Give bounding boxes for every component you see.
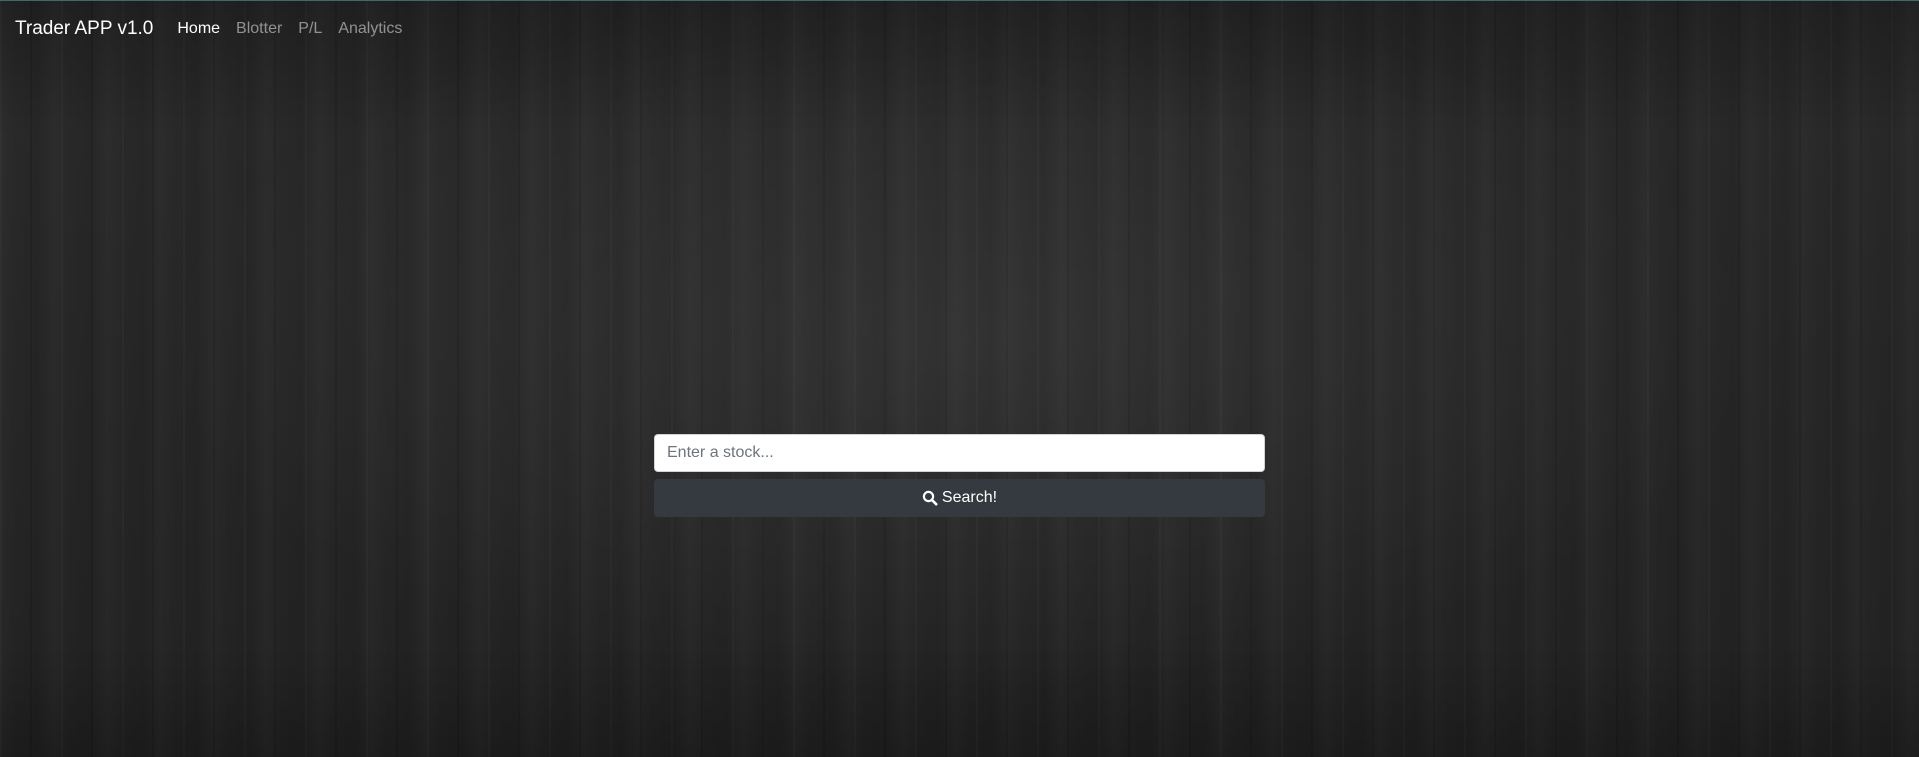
nav-item-home[interactable]: Home [177, 20, 220, 38]
stock-search-input[interactable] [654, 434, 1265, 472]
navbar-brand[interactable]: Trader APP v1.0 [15, 18, 153, 40]
search-icon [922, 490, 938, 506]
stock-search-form: Search! [654, 434, 1265, 517]
search-button[interactable]: Search! [654, 479, 1265, 517]
nav-item-blotter[interactable]: Blotter [236, 20, 282, 38]
search-button-label: Search! [941, 489, 998, 506]
nav-menu: Home Blotter P/L Analytics [177, 20, 418, 38]
nav-item-analytics[interactable]: Analytics [338, 20, 402, 38]
navbar: Trader APP v1.0 Home Blotter P/L Analyti… [0, 1, 1919, 57]
nav-item-pl[interactable]: P/L [298, 20, 322, 38]
